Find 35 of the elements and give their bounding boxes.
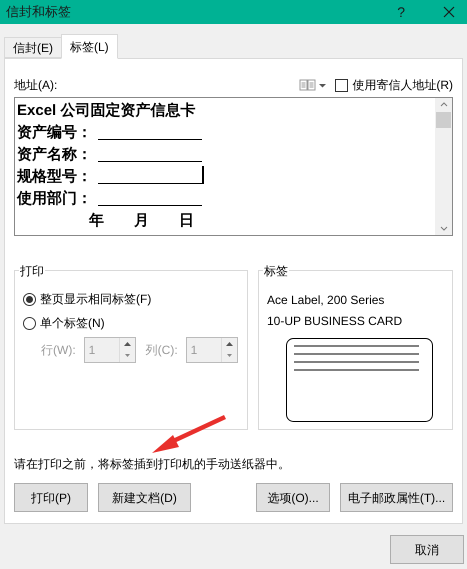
address-line: Excel 公司固定资产信息卡 xyxy=(17,101,196,121)
action-button[interactable]: 选项(O)... xyxy=(256,483,330,512)
window-title: 信封和标签 xyxy=(6,3,72,22)
radio-button[interactable] xyxy=(23,292,36,306)
checkbox-label: 使用寄信人地址(R) xyxy=(352,77,453,94)
radio-button[interactable] xyxy=(23,316,36,330)
scrollbar[interactable] xyxy=(435,98,452,235)
spinner-label: 行(W): xyxy=(41,342,76,359)
radio-label: 单个标签(N) xyxy=(40,315,105,332)
label-info: Ace Label, 200 Series xyxy=(267,292,386,309)
group-title: 标签 xyxy=(263,262,289,280)
action-button[interactable]: 电子邮政属性(T)... xyxy=(340,483,453,512)
address-line: 资产编号： xyxy=(17,123,92,143)
action-button[interactable]: 打印(P) xyxy=(14,483,88,512)
help-button[interactable]: ? xyxy=(397,2,405,22)
cancel-button[interactable]: 取消 xyxy=(390,535,464,564)
tab[interactable]: 信封(E) xyxy=(4,37,61,58)
address-line: 资产名称： xyxy=(17,145,92,165)
checkbox[interactable] xyxy=(335,78,348,92)
label-info: 10-UP BUSINESS CARD xyxy=(267,313,404,330)
radio-label: 整页显示相同标签(F) xyxy=(40,291,152,308)
address-label: 地址(A): xyxy=(14,77,58,94)
scroll-thumb[interactable] xyxy=(436,112,451,128)
address-line: 使用部门： xyxy=(17,189,92,209)
close-icon[interactable] xyxy=(443,6,455,18)
note-text: 请在打印之前，将标签插到打印机的手动送纸器中。 xyxy=(14,456,291,473)
address-field[interactable]: Excel 公司固定资产信息卡 资产编号： 资产名称： 规格型号： 使用部门： 年 月 日 xyxy=(14,97,453,236)
address-book-icon[interactable] xyxy=(299,79,328,91)
spinner-label: 列(C): xyxy=(146,342,178,359)
group-title: 打印 xyxy=(19,262,45,280)
address-line: 年 月 日 xyxy=(88,211,194,231)
text-cursor xyxy=(202,166,204,184)
action-button[interactable]: 新建文档(D) xyxy=(98,483,191,512)
tab[interactable]: 标签(L) xyxy=(61,34,118,59)
address-line: 规格型号： xyxy=(17,167,92,187)
